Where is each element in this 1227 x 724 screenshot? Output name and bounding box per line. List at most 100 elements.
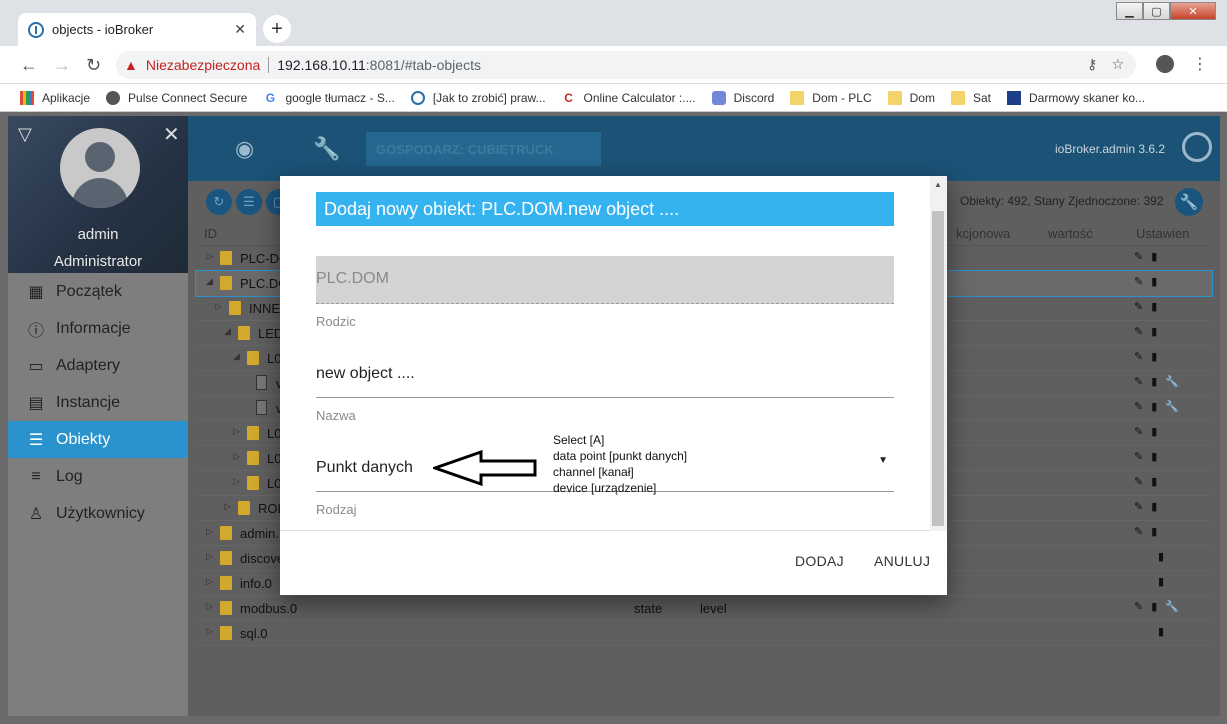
refresh-icon[interactable]: ↻ xyxy=(206,189,232,215)
kebab-menu-icon[interactable]: ⋮ xyxy=(1192,54,1208,74)
expand-toggle-icon[interactable]: ▷ xyxy=(206,551,213,562)
minimize-button[interactable]: ▁ xyxy=(1116,2,1143,20)
edit-icon[interactable]: ✎ xyxy=(1134,350,1143,363)
new-tab-button[interactable]: + xyxy=(263,15,291,43)
url-omnibox[interactable]: ▲ Niezabezpieczona 192.168.10.11 :8081/#… xyxy=(116,51,1136,79)
edit-icon[interactable]: ✎ xyxy=(1134,250,1143,263)
dialog-scrollbar[interactable]: ▲ xyxy=(930,176,947,531)
edit-icon[interactable]: ✎ xyxy=(1134,400,1143,413)
delete-icon[interactable]: ▮ xyxy=(1151,350,1157,363)
delete-icon[interactable]: ▮ xyxy=(1151,300,1157,313)
list-view-icon[interactable]: ☰ xyxy=(236,189,262,215)
bookmark-apps[interactable]: Aplikacje xyxy=(20,90,90,105)
bookmark-scanner[interactable]: Darmowy skaner ko... xyxy=(1007,90,1145,105)
delete-icon[interactable]: ▮ xyxy=(1158,575,1164,588)
delete-icon[interactable]: ▮ xyxy=(1151,425,1157,438)
edit-icon[interactable]: ✎ xyxy=(1134,425,1143,438)
scroll-up-icon[interactable]: ▲ xyxy=(934,180,942,189)
delete-icon[interactable]: ▮ xyxy=(1151,525,1157,538)
delete-icon[interactable]: ▮ xyxy=(1151,600,1157,613)
expand-toggle-icon[interactable]: ▷ xyxy=(233,451,240,462)
delete-icon[interactable]: ▮ xyxy=(1158,550,1164,563)
scroll-thumb[interactable] xyxy=(932,211,944,526)
eye-icon[interactable]: ◉ xyxy=(235,136,254,162)
delete-icon[interactable]: ▮ xyxy=(1151,500,1157,513)
edit-icon[interactable]: ✎ xyxy=(1134,300,1143,313)
expand-toggle-icon[interactable]: ▷ xyxy=(206,626,213,637)
expand-toggle-icon[interactable]: ◢ xyxy=(224,326,231,337)
bookmark-sat[interactable]: Sat xyxy=(950,90,991,105)
edit-icon[interactable]: ✎ xyxy=(1134,375,1143,388)
forward-arrow-icon[interactable]: → xyxy=(53,55,71,76)
power-icon[interactable] xyxy=(1182,132,1212,162)
bookmark-jak[interactable]: [Jak to zrobić] praw... xyxy=(410,90,546,105)
cancel-button[interactable]: ANULUJ xyxy=(874,553,930,569)
wrench-icon[interactable]: 🔧 xyxy=(1165,375,1179,388)
sidebar-item-instancje[interactable]: ▤ Instancje xyxy=(8,384,188,421)
bookmark-pulse[interactable]: Pulse Connect Secure xyxy=(106,90,247,105)
column-settings[interactable]: Ustawien xyxy=(1136,226,1189,241)
expand-toggle-icon[interactable]: ▷ xyxy=(233,426,240,437)
expand-toggle-icon[interactable]: ▷ xyxy=(206,576,213,587)
key-icon[interactable]: ⚷ xyxy=(1087,56,1097,73)
expand-toggle-icon[interactable]: ▷ xyxy=(233,476,240,487)
browser-tab[interactable]: objects - ioBroker ✕ xyxy=(18,13,256,46)
wrench-icon[interactable]: 🔧 xyxy=(313,136,340,162)
delete-icon[interactable]: ▮ xyxy=(1151,475,1157,488)
profile-avatar-icon[interactable] xyxy=(1156,55,1174,73)
column-function[interactable]: kcjonowa xyxy=(956,226,1010,241)
name-field[interactable]: new object .... xyxy=(316,350,894,398)
table-row[interactable]: ▷ modbus.0 state level ✎ ▮ 🔧 xyxy=(196,596,1212,621)
sidebar-item-log[interactable]: ≡ Log xyxy=(8,458,188,495)
settings-wrench-icon[interactable]: 🔧 xyxy=(1175,188,1203,216)
delete-icon[interactable]: ▮ xyxy=(1151,375,1157,388)
wrench-icon[interactable]: 🔧 xyxy=(1165,400,1179,413)
expand-toggle-icon[interactable]: ▷ xyxy=(206,601,213,612)
delete-icon[interactable]: ▮ xyxy=(1151,400,1157,413)
insecure-label[interactable]: Niezabezpieczona xyxy=(146,57,260,73)
bookmark-calculator[interactable]: C Online Calculator :.... xyxy=(562,91,695,105)
table-row[interactable]: ▷ sql.0 ▮ xyxy=(196,621,1212,646)
edit-icon[interactable]: ✎ xyxy=(1134,500,1143,513)
edit-icon[interactable]: ✎ xyxy=(1134,600,1143,613)
sidebar-item-informacje[interactable]: ⓘ Informacje xyxy=(8,310,188,347)
bookmark-google[interactable]: Ggoogle tłumacz - S... xyxy=(263,91,395,105)
delete-icon[interactable]: ▮ xyxy=(1158,625,1164,638)
expand-toggle-icon[interactable]: ▷ xyxy=(215,301,222,312)
delete-icon[interactable]: ▮ xyxy=(1151,250,1157,263)
chevron-down-icon[interactable]: ▼ xyxy=(878,455,888,466)
column-value[interactable]: wartość xyxy=(1048,226,1093,241)
delete-icon[interactable]: ▮ xyxy=(1151,325,1157,338)
host-selector[interactable]: GOSPODARZ: CUBIETRUCK xyxy=(366,132,601,166)
bookmark-dom-plc[interactable]: Dom - PLC xyxy=(790,90,872,105)
maximize-button[interactable]: ▢ xyxy=(1143,2,1170,20)
sidebar-item-obiekty[interactable]: ☰ Obiekty xyxy=(8,421,188,458)
sidebar-item-adaptery[interactable]: ▭ Adaptery xyxy=(8,347,188,384)
back-arrow-icon[interactable]: ← xyxy=(20,55,38,76)
edit-icon[interactable]: ✎ xyxy=(1134,275,1143,288)
edit-icon[interactable]: ✎ xyxy=(1134,525,1143,538)
logo-triangle-icon[interactable]: ▽ xyxy=(18,124,32,145)
wrench-icon[interactable]: 🔧 xyxy=(1165,600,1179,613)
edit-icon[interactable]: ✎ xyxy=(1134,475,1143,488)
expand-toggle-icon[interactable]: ▷ xyxy=(206,526,213,537)
sidebar-close-icon[interactable]: ✕ xyxy=(163,122,180,147)
star-icon[interactable]: ☆ xyxy=(1111,56,1124,73)
sidebar-item-poczatek[interactable]: ▦ Początek xyxy=(8,273,188,310)
edit-icon[interactable]: ✎ xyxy=(1134,450,1143,463)
reload-icon[interactable]: ↻ xyxy=(86,55,101,76)
column-id[interactable]: ID xyxy=(204,226,217,241)
bookmark-dom[interactable]: Dom xyxy=(887,90,935,105)
expand-toggle-icon[interactable]: ◢ xyxy=(233,351,240,362)
expand-toggle-icon[interactable]: ▷ xyxy=(206,251,213,262)
bookmark-discord[interactable]: Discord xyxy=(711,90,774,105)
add-button[interactable]: DODAJ xyxy=(795,553,844,569)
expand-toggle-icon[interactable]: ◢ xyxy=(206,276,213,287)
window-close-button[interactable]: ✕ xyxy=(1170,2,1216,20)
tab-close-icon[interactable]: ✕ xyxy=(234,21,246,38)
sidebar-item-uzytkownicy[interactable]: ♙ Użytkownicy xyxy=(8,495,188,532)
expand-toggle-icon[interactable]: ▷ xyxy=(224,501,231,512)
delete-icon[interactable]: ▮ xyxy=(1151,275,1157,288)
edit-icon[interactable]: ✎ xyxy=(1134,325,1143,338)
delete-icon[interactable]: ▮ xyxy=(1151,450,1157,463)
